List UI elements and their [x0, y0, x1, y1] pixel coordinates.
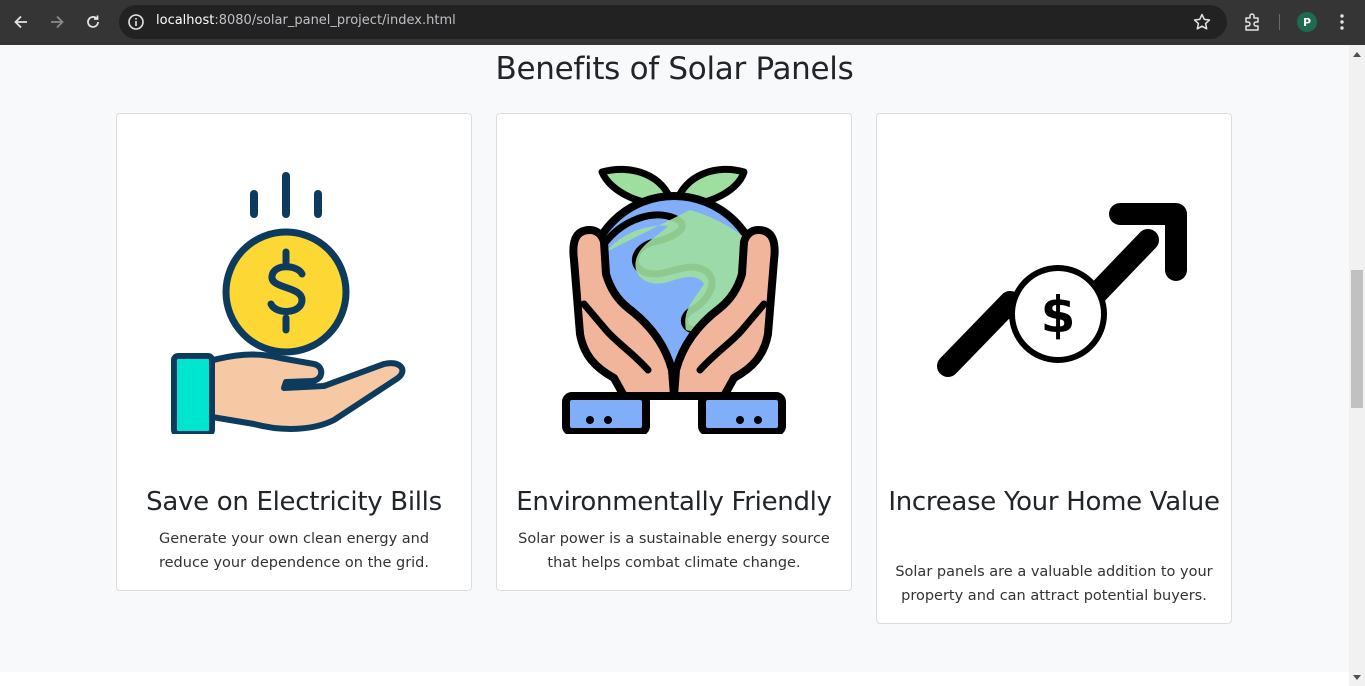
menu-icon[interactable] [1332, 12, 1352, 32]
site-info-icon[interactable] [127, 13, 145, 31]
card-text: Solar power is a sustainable energy sour… [518, 531, 830, 571]
benefit-card-savings: Save on Electricity Bills Generate your … [116, 113, 472, 591]
next-section-edge [0, 672, 1349, 686]
card-title: Save on Electricity Bills [146, 487, 442, 517]
card-title: Increase Your Home Value [888, 487, 1220, 517]
section-title: Benefits of Solar Panels [495, 51, 854, 87]
benefit-card-home-value: $ Increase Your Home Value Solar panels … [876, 113, 1232, 624]
url-text[interactable]: localhost:8080/solar_panel_project/index… [156, 13, 456, 28]
card-title: Environmentally Friendly [516, 487, 832, 517]
forward-icon [51, 15, 64, 29]
url-path: :8080/solar_panel_project/index.html [214, 13, 456, 28]
back-button[interactable] [9, 10, 33, 34]
scroll-down-arrow[interactable] [1353, 675, 1361, 680]
card-text: Solar panels are a valuable addition to … [895, 564, 1213, 604]
bookmark-star-icon[interactable] [1192, 12, 1212, 32]
scroll-thumb[interactable] [1351, 270, 1363, 408]
address-bar[interactable]: localhost:8080/solar_panel_project/index… [119, 5, 1227, 39]
svg-text:$: $ [1041, 286, 1076, 344]
url-host: localhost [156, 13, 215, 28]
profile-avatar[interactable]: P [1297, 12, 1317, 32]
extensions-icon[interactable] [1242, 11, 1264, 33]
hand-coin-icon [117, 114, 471, 454]
toolbar-divider [1279, 14, 1280, 30]
hands-earth-icon [497, 114, 851, 454]
forward-button[interactable] [45, 10, 69, 34]
browser-toolbar: localhost:8080/solar_panel_project/index… [0, 0, 1365, 45]
reload-icon [87, 15, 99, 28]
page-viewport: Benefits of Solar Panels Save on Electri… [0, 45, 1349, 686]
back-icon [14, 15, 27, 29]
benefit-card-environment: Environmentally Friendly Solar power is … [496, 113, 852, 591]
card-text: Generate your own clean energy and reduc… [158, 531, 430, 571]
page-scrollbar[interactable] [1349, 45, 1365, 686]
reload-button[interactable] [81, 10, 105, 34]
growth-arrow-dollar-icon: $ [877, 114, 1231, 454]
scroll-up-arrow[interactable] [1353, 52, 1361, 57]
